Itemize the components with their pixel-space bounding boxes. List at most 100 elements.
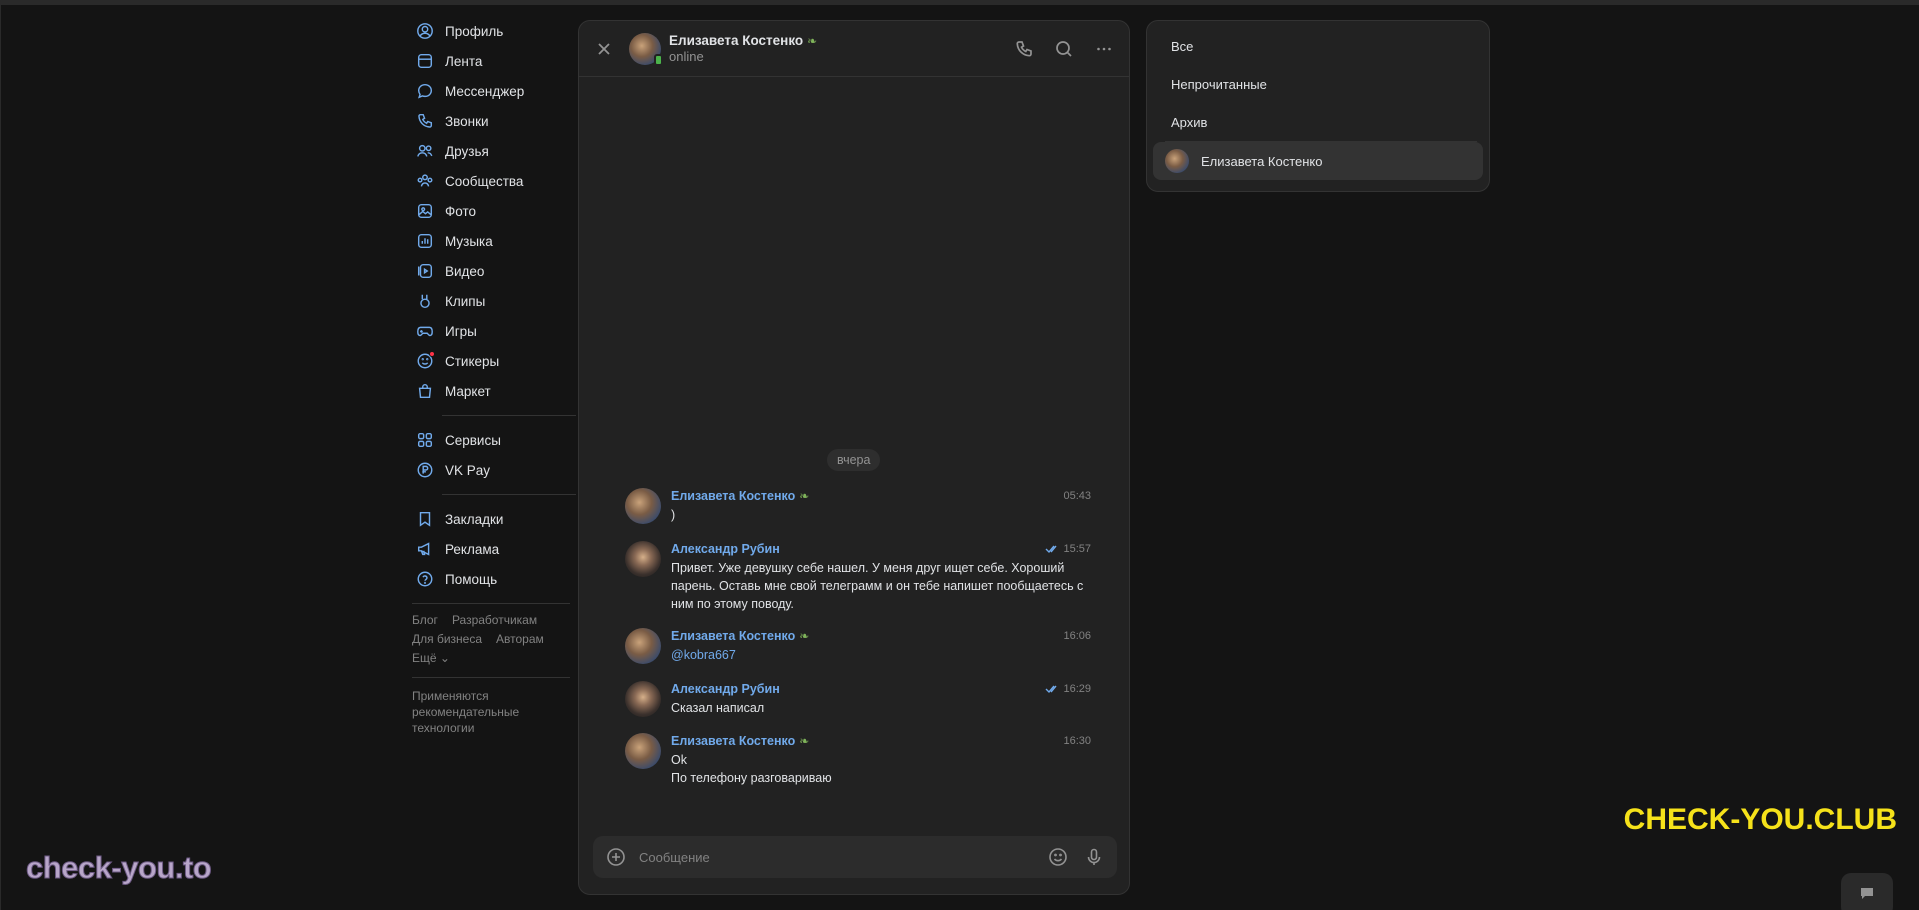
sidebar-item-friends[interactable]: Друзья <box>412 136 572 166</box>
avatar <box>1165 149 1189 173</box>
sidebar-item-market[interactable]: Маркет <box>412 376 572 406</box>
read-check-icon <box>1045 685 1058 694</box>
music-icon <box>415 231 435 251</box>
avatar[interactable] <box>625 733 661 769</box>
message-author-name: Елизавета Костенко <box>671 734 796 748</box>
messenger-icon <box>415 81 435 101</box>
close-icon <box>598 42 610 55</box>
call-button[interactable] <box>1011 36 1037 62</box>
chat-header-info: Елизавета Костенко ❧ online <box>669 33 1011 64</box>
message: Александр Рубин 15:57 Привет. Уже девушк… <box>625 541 1091 613</box>
message-input[interactable] <box>639 849 1035 865</box>
message-body: Александр Рубин 16:29 Сказал написал <box>671 681 1091 717</box>
sidebar-item-communities[interactable]: Сообщества <box>412 166 572 196</box>
message: Елизавета Костенко ❧ 16:06 @kobra667 <box>625 628 1091 664</box>
sidebar-item-label: Помощь <box>445 571 498 587</box>
leaf-badge-icon: ❧ <box>799 489 810 503</box>
message-time: 16:30 <box>1063 735 1091 747</box>
open-chats-button[interactable] <box>1841 873 1893 910</box>
video-icon <box>415 261 435 281</box>
sidebar-item-help[interactable]: Помощь <box>412 564 572 594</box>
footer-more-button[interactable]: Ещё ⌄ <box>412 651 450 665</box>
message-body: Елизавета Костенко ❧ 16:06 @kobra667 <box>671 628 1091 664</box>
footer-link-blog[interactable]: Блог <box>412 613 438 627</box>
footer-link-developers[interactable]: Разработчикам <box>452 613 537 627</box>
message-author[interactable]: Елизавета Костенко ❧ <box>671 629 809 643</box>
notification-dot <box>429 351 435 357</box>
voice-message-button[interactable] <box>1081 844 1107 870</box>
sidebar-item-feed[interactable]: Лента <box>412 46 572 76</box>
message-author-name: Александр Рубин <box>671 682 780 696</box>
online-mobile-indicator <box>654 53 663 66</box>
message-text-line: Ok <box>671 753 687 767</box>
phone-icon <box>415 111 435 131</box>
sidebar-item-label: Фото <box>445 203 477 219</box>
chat-header-actions <box>1011 36 1117 62</box>
sidebar-item-bookmarks[interactable]: Закладки <box>412 504 572 534</box>
left-sidebar: Профиль Лента Мессенджер Звонки Друзья С… <box>412 16 576 736</box>
message-body: Елизавета Костенко ❧ 16:30 Ok По телефону… <box>671 733 1091 787</box>
chat-folders-panel: Все Непрочитанные Архив Елизавета Костен… <box>1146 20 1490 192</box>
date-separator: вчера <box>827 449 881 471</box>
folder-archive[interactable]: Архив <box>1153 103 1483 141</box>
sidebar-item-label: Реклама <box>445 541 500 557</box>
sidebar-item-services[interactable]: Сервисы <box>412 425 572 455</box>
top-bar <box>0 0 1919 5</box>
more-button[interactable] <box>1091 36 1117 62</box>
avatar[interactable] <box>625 541 661 577</box>
message-mention-link[interactable]: @kobra667 <box>671 646 1091 664</box>
plus-circle-icon <box>607 848 625 866</box>
sidebar-item-label: Профиль <box>445 23 504 39</box>
message-author[interactable]: Александр Рубин <box>671 542 780 556</box>
sidebar-item-photo[interactable]: Фото <box>412 196 572 226</box>
message-author[interactable]: Александр Рубин <box>671 682 780 696</box>
sidebar-item-vkpay[interactable]: VK Pay <box>412 455 572 485</box>
chat-title[interactable]: Елизавета Костенко ❧ <box>669 33 1011 48</box>
close-chat-button[interactable] <box>591 36 617 62</box>
sidebar-item-label: Лента <box>445 53 483 69</box>
avatar[interactable] <box>625 681 661 717</box>
message: Александр Рубин 16:29 Сказал написал <box>625 681 1091 717</box>
games-icon <box>415 321 435 341</box>
sidebar-item-label: VK Pay <box>445 462 491 478</box>
sidebar-item-stickers[interactable]: Стикеры <box>412 346 572 376</box>
sidebar-item-games[interactable]: Игры <box>412 316 572 346</box>
folder-all[interactable]: Все <box>1153 27 1483 65</box>
search-button[interactable] <box>1051 36 1077 62</box>
emoji-button[interactable] <box>1045 844 1071 870</box>
chat-header: Елизавета Костенко ❧ online <box>579 21 1129 77</box>
sidebar-item-music[interactable]: Музыка <box>412 226 572 256</box>
sidebar-item-profile[interactable]: Профиль <box>412 16 572 46</box>
sidebar-item-label: Закладки <box>445 511 504 527</box>
sidebar-item-label: Стикеры <box>445 353 500 369</box>
message-time: 16:06 <box>1063 630 1091 642</box>
sidebar-item-label: Сообщества <box>445 173 524 189</box>
ads-icon <box>415 539 435 559</box>
footer-link-business[interactable]: Для бизнеса <box>412 632 482 646</box>
message-author[interactable]: Елизавета Костенко ❧ <box>671 734 809 748</box>
stickers-icon <box>415 351 435 371</box>
active-chat-item[interactable]: Елизавета Костенко <box>1153 142 1483 180</box>
watermark-left: check-you.to <box>25 850 212 886</box>
sidebar-item-calls[interactable]: Звонки <box>412 106 572 136</box>
footer-link-authors[interactable]: Авторам <box>496 632 544 646</box>
avatar[interactable] <box>625 628 661 664</box>
smile-icon <box>1049 848 1067 866</box>
message-author[interactable]: Елизавета Костенко ❧ <box>671 489 809 503</box>
folder-unread[interactable]: Непрочитанные <box>1153 65 1483 103</box>
vkpay-icon <box>415 460 435 480</box>
message-body: Александр Рубин 15:57 Привет. Уже девушк… <box>671 541 1091 613</box>
avatar[interactable] <box>625 488 661 524</box>
attach-button[interactable] <box>603 844 629 870</box>
message-time-text: 16:29 <box>1063 683 1091 695</box>
sidebar-item-clips[interactable]: Клипы <box>412 286 572 316</box>
chat-bubble-icon <box>1861 888 1873 899</box>
message-text: ) <box>671 508 676 522</box>
sidebar-item-messenger[interactable]: Мессенджер <box>412 76 572 106</box>
avatar[interactable] <box>629 32 663 66</box>
divider <box>412 603 570 604</box>
sidebar-item-video[interactable]: Видео <box>412 256 572 286</box>
sidebar-item-ads[interactable]: Реклама <box>412 534 572 564</box>
recommendation-tech-link[interactable]: Применяются рекомендательные технологии <box>412 688 542 736</box>
message-time-text: 15:57 <box>1063 543 1091 555</box>
